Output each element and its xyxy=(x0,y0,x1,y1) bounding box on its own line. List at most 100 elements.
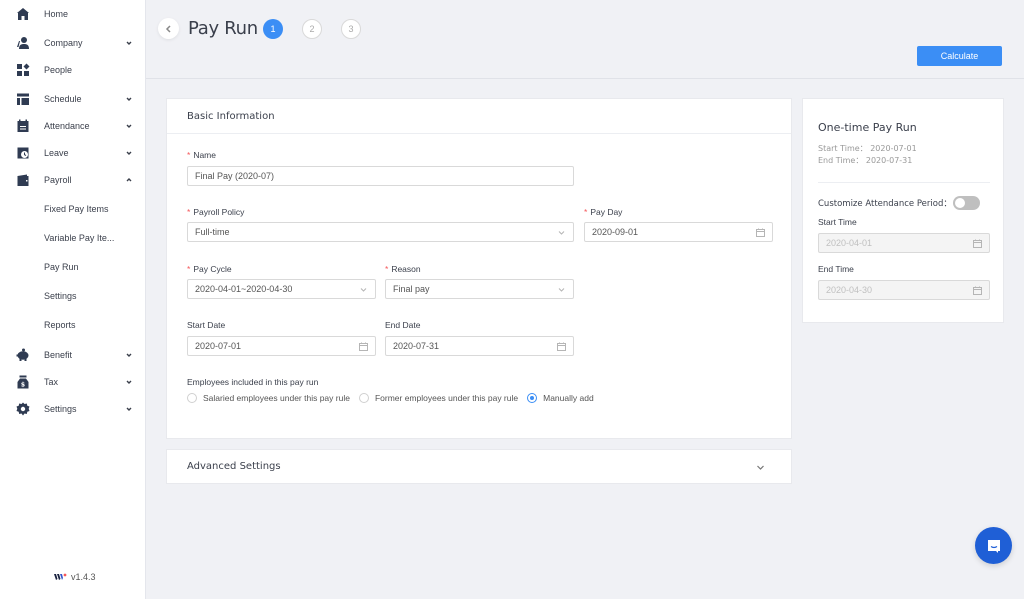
attendance-start-label: Start Time xyxy=(818,217,857,227)
required-marker: * xyxy=(187,264,191,274)
sidebar-item-schedule[interactable]: Schedule xyxy=(0,89,146,109)
sidebar-subitem-label: Settings xyxy=(44,291,77,301)
step-1[interactable]: 1 xyxy=(263,19,283,39)
calendar-icon xyxy=(973,286,982,295)
calendar-icon xyxy=(756,228,765,237)
chevron-down-icon xyxy=(125,122,133,130)
sidebar-item-label: Company xyxy=(44,38,83,48)
pay-cycle-value: 2020-04-01~2020-04-30 xyxy=(195,284,293,294)
sidebar-subitem-variable-pay-items[interactable]: Variable Pay Ite... xyxy=(0,228,146,248)
chat-support-button[interactable] xyxy=(975,527,1012,564)
required-marker: * xyxy=(187,207,191,217)
leave-icon xyxy=(16,146,30,160)
page-title: Pay Run xyxy=(188,18,258,39)
version-info: v1.4.3 xyxy=(54,572,96,582)
sidebar-subitem-label: Pay Run xyxy=(44,262,79,272)
sidebar-item-payroll[interactable]: Payroll xyxy=(0,170,146,190)
chevron-down-icon xyxy=(125,378,133,386)
pay-day-value: 2020-09-01 xyxy=(592,227,639,237)
reason-value: Final pay xyxy=(393,284,430,294)
sidebar-item-label: Home xyxy=(44,9,69,19)
chevron-down-icon xyxy=(125,351,133,359)
chevron-up-icon xyxy=(125,176,133,184)
radio-salaried-employees[interactable]: Salaried employees under this pay rule xyxy=(187,393,350,403)
sidebar-item-home[interactable]: Home xyxy=(0,4,146,24)
sidebar-subitem-label: Fixed Pay Items xyxy=(44,204,109,214)
radio-label: Manually add xyxy=(543,393,594,403)
sidebar-item-tax[interactable]: $ Tax xyxy=(0,372,146,392)
sidebar-item-label: Benefit xyxy=(44,350,73,360)
pay-day-label: * Pay Day xyxy=(584,207,623,217)
wallet-icon xyxy=(16,173,30,187)
company-icon xyxy=(16,36,30,50)
pay-cycle-select[interactable]: 2020-04-01~2020-04-30 xyxy=(187,279,376,299)
sidebar: Home Company People Schedule Attendance … xyxy=(0,0,146,599)
sidebar-item-label: Settings xyxy=(44,404,77,414)
employees-included-label: Employees included in this pay run xyxy=(187,377,319,387)
card-title: Basic Information xyxy=(167,99,791,134)
advanced-settings-collapse[interactable]: Advanced Settings xyxy=(166,449,792,484)
calculate-button[interactable]: Calculate xyxy=(917,46,1002,66)
attendance-start-value: 2020-04-01 xyxy=(826,238,873,248)
pay-day-input[interactable]: 2020-09-01 xyxy=(584,222,773,242)
chat-icon xyxy=(987,539,1000,553)
chevron-down-icon xyxy=(557,228,566,237)
customize-attendance-label: Customize Attendance Period： xyxy=(818,199,952,209)
version-text: v1.4.3 xyxy=(71,572,96,582)
attendance-icon xyxy=(16,119,30,133)
schedule-icon xyxy=(16,92,30,106)
chevron-down-icon xyxy=(359,285,368,294)
step-2[interactable]: 2 xyxy=(302,19,322,39)
sidebar-subitem-fixed-pay-items[interactable]: Fixed Pay Items xyxy=(0,199,146,219)
radio-former-employees[interactable]: Former employees under this pay rule xyxy=(358,393,519,403)
attendance-start-input[interactable]: 2020-04-01 xyxy=(818,233,990,253)
radio-manually-add[interactable]: Manually add xyxy=(527,393,594,403)
one-time-pay-run-card: One-time Pay Run Start Time： 2020-07-01 … xyxy=(802,98,1004,323)
home-icon xyxy=(16,7,30,21)
step-3[interactable]: 3 xyxy=(341,19,361,39)
sidebar-item-people[interactable]: People xyxy=(0,60,146,80)
svg-text:$: $ xyxy=(21,382,25,389)
sidebar-item-label: Tax xyxy=(44,377,59,387)
sidebar-subitem-label: Variable Pay Ite... xyxy=(44,233,115,243)
reason-label: * Reason xyxy=(385,264,421,274)
sidebar-item-leave[interactable]: Leave xyxy=(0,143,146,163)
basic-information-card: Basic Information * Name Final Pay (2020-… xyxy=(166,98,792,439)
customize-attendance-toggle[interactable] xyxy=(953,196,980,210)
payroll-policy-value: Full-time xyxy=(195,227,230,237)
sidebar-subitem-reports[interactable]: Reports xyxy=(0,315,146,335)
reason-select[interactable]: Final pay xyxy=(385,279,574,299)
money-bag-icon: $ xyxy=(16,375,30,389)
payroll-policy-select[interactable]: Full-time xyxy=(187,222,574,242)
sidebar-item-company[interactable]: Company xyxy=(0,33,146,53)
sidebar-subitem-pay-run[interactable]: Pay Run xyxy=(0,257,146,277)
sidebar-item-label: Payroll xyxy=(44,175,72,185)
radio-circle-selected xyxy=(527,393,538,403)
employees-radio-group: Salaried employees under this pay rule F… xyxy=(187,393,603,403)
radio-circle xyxy=(358,393,369,403)
payroll-policy-label: * Payroll Policy xyxy=(187,207,245,217)
radio-label: Salaried employees under this pay rule xyxy=(203,393,350,403)
attendance-end-input[interactable]: 2020-04-30 xyxy=(818,280,990,300)
start-date-input[interactable]: 2020-07-01 xyxy=(187,336,376,356)
start-time-text: Start Time： 2020-07-01 xyxy=(818,144,917,153)
name-input[interactable]: Final Pay (2020-07) xyxy=(187,166,574,186)
sidebar-item-attendance[interactable]: Attendance xyxy=(0,116,146,136)
sidebar-item-benefit[interactable]: Benefit xyxy=(0,345,146,365)
chevron-down-icon xyxy=(557,285,566,294)
radio-circle xyxy=(187,393,197,403)
attendance-end-value: 2020-04-30 xyxy=(826,285,873,295)
name-label: * Name xyxy=(187,150,216,160)
chevron-down-icon xyxy=(125,149,133,157)
chevron-down-icon xyxy=(125,405,133,413)
sidebar-item-settings[interactable]: Settings xyxy=(0,399,146,419)
back-button[interactable] xyxy=(158,18,179,39)
attendance-end-label: End Time xyxy=(818,264,854,274)
start-date-value: 2020-07-01 xyxy=(195,341,242,351)
gear-icon xyxy=(16,402,30,416)
chevron-down-icon xyxy=(125,95,133,103)
sidebar-subitem-settings[interactable]: Settings xyxy=(0,286,146,306)
sidebar-item-label: Leave xyxy=(44,148,69,158)
end-date-input[interactable]: 2020-07-31 xyxy=(385,336,574,356)
radio-label: Former employees under this pay rule xyxy=(374,393,519,403)
